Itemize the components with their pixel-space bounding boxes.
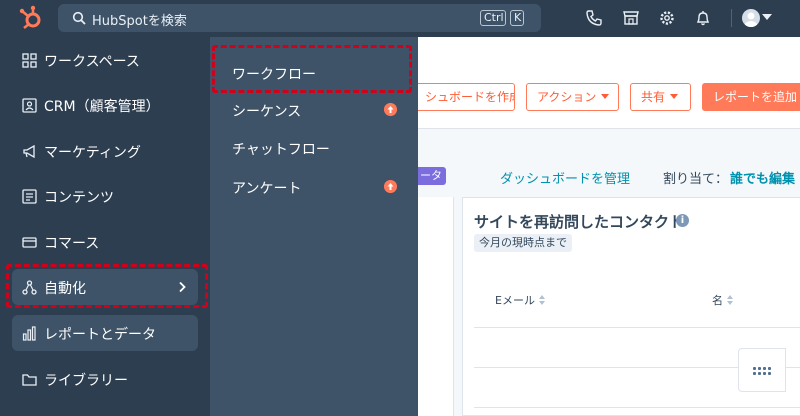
manage-dashboard-link[interactable]: ダッシュボードを管理 <box>500 168 630 187</box>
share-label: 共有 <box>641 90 666 104</box>
dot <box>763 372 766 375</box>
dot <box>753 367 756 370</box>
share-button[interactable]: 共有 <box>630 83 691 111</box>
crm-icon <box>22 98 37 113</box>
commerce-icon <box>22 237 37 248</box>
sidebar-item-workspace[interactable]: ワークスペース <box>12 42 198 78</box>
grid-icon <box>22 53 37 68</box>
dot <box>763 367 766 370</box>
highlight-automation <box>6 264 208 308</box>
sidebar-item-crm[interactable]: CRM（顧客管理） <box>12 87 198 123</box>
megaphone-icon <box>23 144 35 159</box>
gear-icon[interactable] <box>658 9 676 27</box>
table-row-divider <box>474 407 800 408</box>
dot <box>753 372 756 375</box>
search-placeholder: HubSpotを検索 <box>92 14 187 29</box>
report-card-title: サイトを再訪問したコンタクト <box>474 213 685 231</box>
automation-flyout-menu: ワークフロー シーケンス チャットフロー アンケート <box>210 37 418 416</box>
column-header-label: 名 <box>712 294 723 307</box>
add-report-button[interactable]: レポートを追加 <box>702 83 800 111</box>
assign-label: 割り当て： <box>663 172 729 187</box>
create-dashboard-button[interactable]: シュボードを作成 <box>414 83 515 111</box>
actions-button[interactable]: アクション <box>526 83 619 111</box>
shortcut-k-key: K <box>510 10 524 26</box>
add-report-label: レポートを追加 <box>713 90 798 104</box>
sidebar-item-label: ワークスペース <box>44 54 140 70</box>
sidebar-item-label: マーケティング <box>44 145 141 161</box>
toolbar-divider <box>731 9 732 27</box>
top-navigation-bar: HubSpotを検索 Ctrl K <box>0 0 800 37</box>
dot <box>768 372 771 375</box>
phone-icon[interactable] <box>585 9 603 27</box>
sidebar-item-label: レポートとデータ <box>44 327 156 343</box>
column-header-email[interactable]: Eメール <box>495 292 545 308</box>
sidebar-item-commerce[interactable]: コマース <box>12 224 198 260</box>
actions-label: アクション <box>537 90 597 104</box>
sidebar-item-label: CRM（顧客管理） <box>44 99 160 115</box>
sidebar-item-label: ライブラリー <box>44 373 128 389</box>
dot <box>768 367 771 370</box>
flyout-item-sequences[interactable]: シーケンス <box>232 101 301 121</box>
column-header-label: Eメール <box>495 294 535 307</box>
reports-icon <box>22 326 36 341</box>
sort-icon <box>538 295 545 305</box>
flyout-item-chatflow[interactable]: チャットフロー <box>232 139 330 159</box>
sort-icon <box>727 295 733 305</box>
avatar[interactable] <box>742 9 760 27</box>
upgrade-arrow-icon <box>384 180 397 193</box>
sidebar-item-content[interactable]: コンテンツ <box>12 178 198 214</box>
shortcut-ctrl-key: Ctrl <box>480 10 506 26</box>
column-header-name[interactable]: 名 <box>712 292 733 308</box>
account-menu-caret-icon[interactable] <box>762 14 772 20</box>
dot <box>758 367 761 370</box>
report-card-left <box>418 197 454 416</box>
search-icon <box>72 11 86 25</box>
upgrade-arrow-icon <box>384 103 397 116</box>
dot <box>758 372 761 375</box>
sidebar-item-library[interactable]: ライブラリー <box>12 361 198 397</box>
assign-value-link[interactable]: 誰でも編集 <box>730 168 795 187</box>
hubspot-logo-icon[interactable] <box>18 5 44 31</box>
highlight-workflow <box>212 45 412 93</box>
sidebar-item-label: コンテンツ <box>44 190 114 206</box>
create-dashboard-label: シュボードを作成 <box>425 90 515 104</box>
sidebar-item-label: コマース <box>44 236 100 252</box>
sidebar-item-marketing[interactable]: マーケティング <box>12 133 198 169</box>
bell-icon[interactable] <box>694 9 712 27</box>
data-tag: ータ <box>418 167 446 185</box>
search-bar[interactable]: HubSpotを検索 Ctrl K <box>58 4 541 32</box>
content-icon <box>22 189 37 204</box>
flyout-item-survey[interactable]: アンケート <box>232 178 301 198</box>
table-row-divider <box>474 327 800 328</box>
user-icon <box>744 12 758 27</box>
folder-icon <box>22 374 37 386</box>
marketplace-icon[interactable] <box>622 9 640 27</box>
period-badge: 今月の現時点まで <box>474 234 572 252</box>
info-icon[interactable]: i <box>676 214 689 227</box>
sidebar-item-reports[interactable]: レポートとデータ <box>12 315 198 351</box>
help-widget-button[interactable] <box>738 348 786 392</box>
chevron-down-icon <box>670 94 679 99</box>
chevron-down-icon <box>601 94 610 99</box>
